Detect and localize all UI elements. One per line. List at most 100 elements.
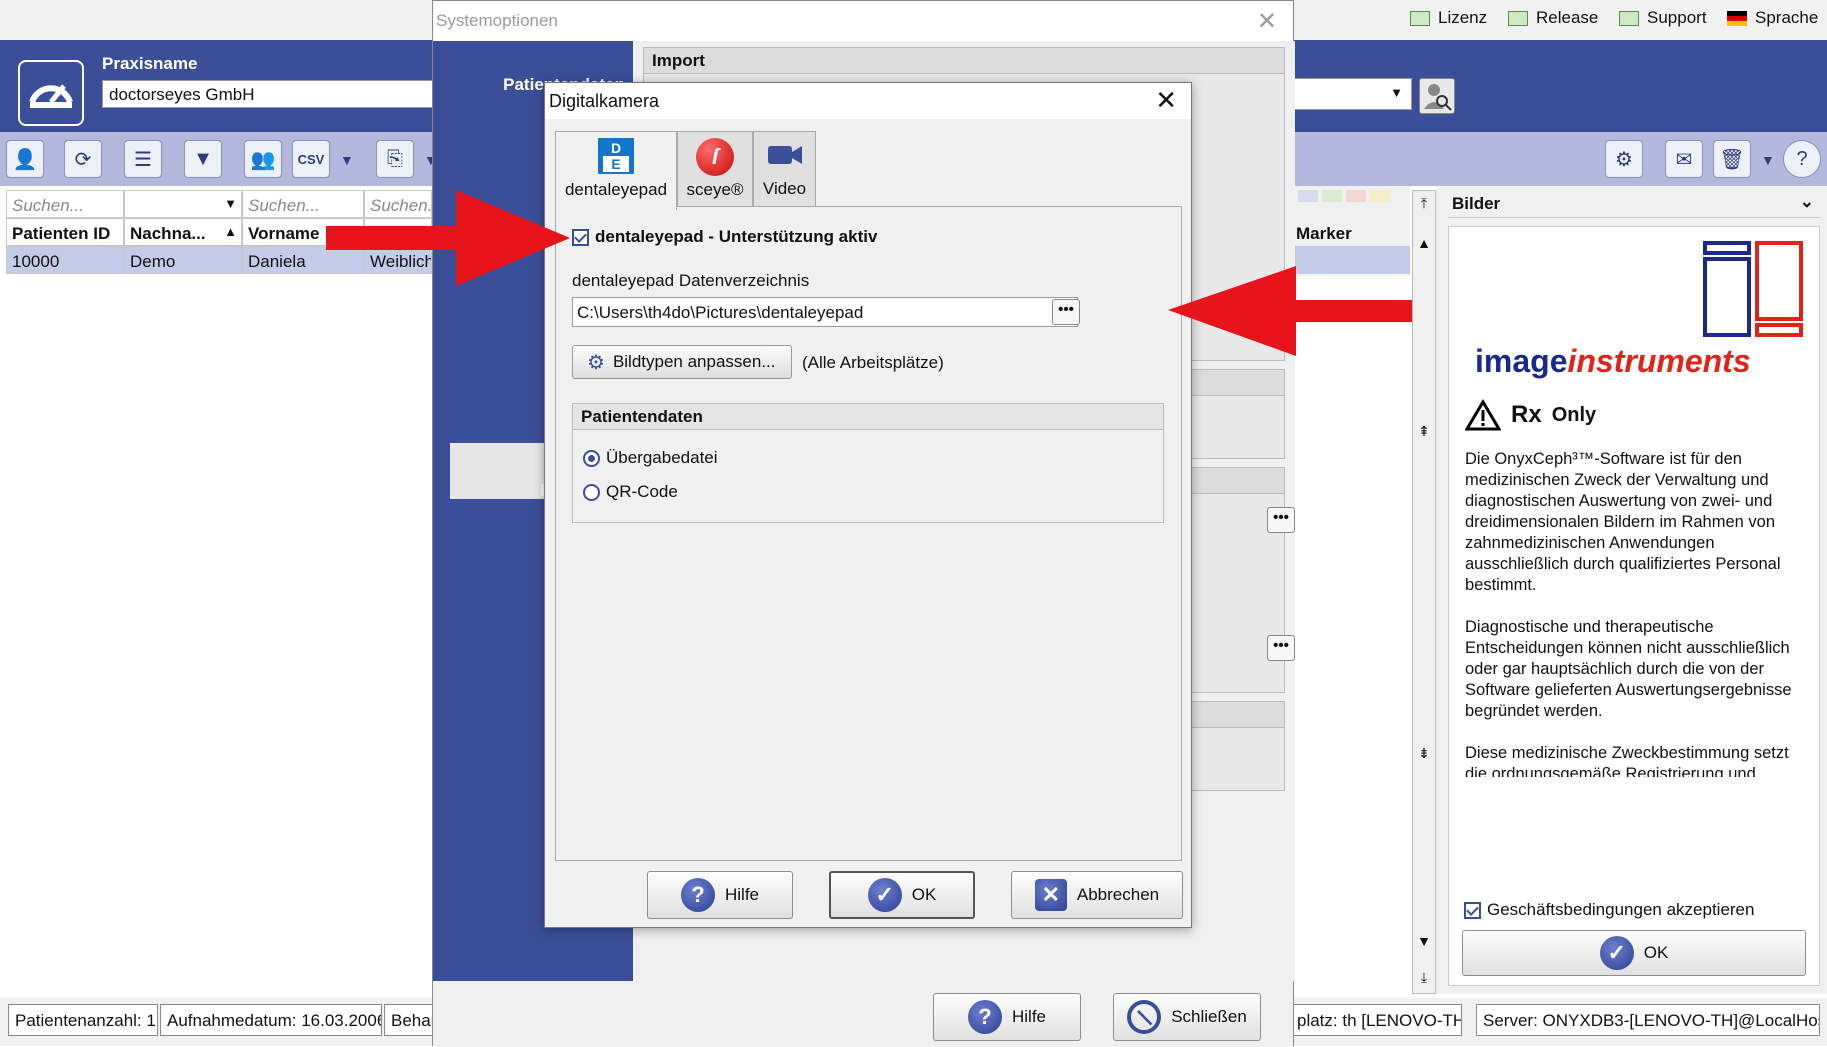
scroll-page-up-icon[interactable]: ⇞ bbox=[1413, 423, 1435, 440]
cancel-icon: ✕ bbox=[1034, 879, 1067, 911]
checkmark-icon: ✓ bbox=[1599, 936, 1634, 970]
csv-icon[interactable]: CSV bbox=[292, 140, 330, 178]
scroll-bottom-icon[interactable]: ⤓ bbox=[1413, 969, 1435, 986]
bildtypen-button[interactable]: ⚙ Bildtypen anpassen... bbox=[572, 345, 792, 379]
checkbox-icon[interactable] bbox=[1464, 901, 1481, 919]
dentaleyepad-panel: dentaleyepad - Unterstützung aktiv denta… bbox=[555, 206, 1182, 861]
patients-icon[interactable]: 👥 bbox=[244, 140, 282, 178]
red-arrow-right-icon bbox=[326, 190, 570, 286]
license-link[interactable]: Lizenz bbox=[1410, 8, 1487, 28]
praxis-label: Praxisname bbox=[102, 54, 198, 73]
scroll-down-icon[interactable]: ▼ bbox=[1413, 933, 1435, 949]
radio-uebergabedatei[interactable]: Übergabedatei bbox=[583, 448, 718, 468]
close-icon[interactable]: ✕ bbox=[1257, 7, 1277, 36]
flag-icon[interactable] bbox=[1298, 190, 1318, 202]
scroll-page-down-icon[interactable]: ⇟ bbox=[1413, 745, 1435, 762]
app-logo-icon bbox=[18, 60, 84, 126]
cancel-button[interactable]: ✕ Abbrechen bbox=[1011, 871, 1183, 919]
scroll-up-icon[interactable]: ▲ bbox=[1413, 235, 1435, 251]
column-header-lastname[interactable]: Nachna... ▲ bbox=[124, 218, 242, 246]
images-pane: Bilder ⌄ imageinstruments Rx Only Die Ony… bbox=[1436, 186, 1827, 994]
patient-count: Patientenanzahl: 1 bbox=[8, 1004, 158, 1036]
sort-up-icon: ▲ bbox=[224, 224, 237, 239]
column-header-id[interactable]: Patienten ID bbox=[6, 218, 124, 246]
workstation: platz: th [LENOVO-TH] bbox=[1290, 1004, 1462, 1036]
marker-header[interactable]: Marker bbox=[1296, 224, 1352, 244]
terms-checkbox[interactable]: Geschäftsbedingungen akzeptieren bbox=[1464, 900, 1754, 920]
close-button[interactable]: | Schließen bbox=[1113, 992, 1261, 1042]
release-link[interactable]: Release bbox=[1508, 8, 1598, 28]
table-cell[interactable]: 10000 bbox=[6, 246, 124, 274]
search-input[interactable]: Suchen... bbox=[6, 190, 124, 218]
directory-field[interactable]: C:\Users\th4do\Pictures\dentaleyepad bbox=[572, 297, 1078, 327]
patientendaten-header: Patientendaten bbox=[573, 404, 1163, 430]
behandler: Behan bbox=[384, 1004, 434, 1036]
export-icon[interactable]: ⎘ bbox=[376, 140, 414, 178]
disclaimer-para: Diese medizinische Zweckbestimmung setzt… bbox=[1465, 744, 1789, 777]
table-cell[interactable]: Demo bbox=[124, 246, 242, 274]
tab-label: dentaleyepad bbox=[564, 180, 668, 199]
chevron-down-icon: ▼ bbox=[224, 196, 237, 211]
flag-icon[interactable] bbox=[1346, 190, 1366, 202]
column-header-label: Nachna... bbox=[130, 224, 206, 243]
collapse-icon[interactable]: ⌄ bbox=[1800, 192, 1814, 212]
support-link[interactable]: Support bbox=[1619, 8, 1707, 28]
license-icon bbox=[1410, 10, 1430, 26]
brand-wordmark: imageinstruments bbox=[1475, 343, 1751, 380]
gear-icon: ⚙ bbox=[587, 351, 605, 374]
ok-label: OK bbox=[1643, 943, 1669, 962]
mail-icon[interactable]: ✉ bbox=[1665, 140, 1703, 178]
tab-dentaleyepad[interactable]: DE dentaleyepad bbox=[555, 131, 677, 210]
tab-video[interactable]: Video bbox=[753, 131, 816, 207]
aufnahme-date: Aufnahmedatum: 16.03.2006 bbox=[160, 1004, 382, 1036]
dentaleyepad-de-icon: DE bbox=[598, 138, 634, 174]
disclaimer-para: Die OnyxCeph³™-Software ist für den medi… bbox=[1465, 450, 1781, 594]
only-label: Only bbox=[1551, 403, 1597, 426]
browse-button[interactable]: ••• bbox=[1267, 635, 1295, 661]
trash-dropdown-icon[interactable]: ▼ bbox=[1761, 152, 1775, 168]
scroll-top-icon[interactable]: ⤒ bbox=[1413, 195, 1435, 212]
csv-dropdown-icon[interactable]: ▼ bbox=[340, 152, 354, 168]
vertical-scrollbar[interactable]: ⤒ ▲ ⇞ ⇟ ▼ ⤓ bbox=[1412, 190, 1436, 994]
tab-sceye[interactable]: ſ sceye® bbox=[677, 131, 753, 207]
disclaimer-panel: imageinstruments Rx Only Die OnyxCeph³™-… bbox=[1448, 226, 1820, 986]
trash-icon[interactable]: 🗑 bbox=[1713, 140, 1751, 178]
browse-button[interactable]: ••• bbox=[1052, 299, 1080, 325]
flags-row bbox=[1298, 190, 1390, 202]
user-search-icon[interactable] bbox=[1419, 78, 1455, 114]
help-icon: ? bbox=[680, 878, 715, 912]
radio-icon[interactable] bbox=[583, 483, 600, 501]
help-icon[interactable]: ? bbox=[1783, 140, 1821, 178]
help-button[interactable]: ? Hilfe bbox=[933, 993, 1081, 1041]
dir-label: dentaleyepad Datenverzeichnis bbox=[572, 271, 810, 290]
import-header: Import bbox=[644, 48, 1284, 74]
language-link[interactable]: Sprache bbox=[1727, 8, 1818, 28]
refresh-icon[interactable]: ⟳ bbox=[64, 140, 102, 178]
image-instruments-logo-icon bbox=[1703, 241, 1803, 337]
support-active-checkbox[interactable]: dentaleyepad - Unterstützung aktiv bbox=[572, 227, 877, 247]
radio-qrcode[interactable]: QR-Code bbox=[583, 482, 678, 502]
sceye-icon: ſ bbox=[696, 138, 734, 176]
radio-icon[interactable] bbox=[583, 449, 600, 467]
settings-icon[interactable]: ⚙ bbox=[1605, 140, 1643, 178]
digital-camera-dialog: Digitalkamera ✕ DE dentaleyepad ſ sceye®… bbox=[544, 82, 1192, 928]
checkbox-icon[interactable] bbox=[572, 228, 589, 246]
flag-icon[interactable] bbox=[1370, 190, 1390, 202]
user-combo[interactable]: ▼ bbox=[1290, 78, 1412, 110]
filter-icon[interactable]: ▼ bbox=[184, 140, 222, 178]
disclaimer-text: Die OnyxCeph³™-Software ist für den medi… bbox=[1465, 449, 1813, 777]
close-icon[interactable]: ✕ bbox=[1155, 85, 1177, 116]
accept-ok-button[interactable]: ✓ OK bbox=[1462, 930, 1806, 976]
flag-icon[interactable] bbox=[1322, 190, 1342, 202]
radio-label: Übergabedatei bbox=[606, 448, 718, 467]
images-pane-title: Bilder bbox=[1452, 194, 1501, 213]
search-combo[interactable]: ▼ bbox=[124, 190, 242, 218]
help-button[interactable]: ? Hilfe bbox=[647, 871, 793, 919]
system-options-titlebar: Systemoptionen bbox=[433, 1, 1293, 41]
list-icon[interactable]: ☰ bbox=[124, 140, 162, 178]
rx-label: Rx bbox=[1511, 401, 1542, 428]
browse-button[interactable]: ••• bbox=[1267, 507, 1295, 533]
ok-button[interactable]: ✓ OK bbox=[829, 871, 975, 919]
add-patient-icon[interactable]: 👤 bbox=[6, 140, 44, 178]
praxis-name-field[interactable]: doctorseyes GmbH bbox=[102, 80, 442, 108]
